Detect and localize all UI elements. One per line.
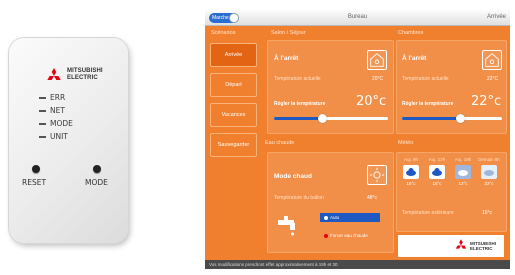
zone-left-room-label: Température actuelle — [274, 76, 321, 82]
device-brand: MITSUBISHI ELECTRIC — [67, 68, 103, 81]
outdoor-temp-label: Température extérieure — [402, 210, 454, 216]
zone-right-room-value: 22°C — [487, 76, 499, 82]
cloud-icon — [429, 165, 445, 179]
forecast-col: Demain 8h 22°c — [478, 157, 500, 186]
mode-button[interactable] — [93, 165, 101, 173]
zone-left-room-value: 20°C — [372, 76, 384, 82]
zone-right-set-value: 22°c — [471, 94, 502, 109]
option-auto[interactable]: Auto — [320, 213, 380, 222]
led-net: NET — [39, 106, 65, 115]
faucet-icon — [278, 216, 295, 236]
cloud-icon — [403, 165, 419, 179]
mitsubishi-diamonds-icon — [455, 239, 467, 249]
house-icon[interactable] — [367, 50, 387, 70]
outdoor-temp-value: 16°c — [482, 210, 493, 216]
tank-temp-label: Température du ballon — [274, 195, 324, 201]
wifi-interface-device: MITSUBISHI ELECTRIC ERR NET MODE UNIT RE… — [9, 38, 128, 243]
sun-icon[interactable] — [367, 165, 387, 185]
status-footer: Vos modifications prendront effet approx… — [205, 260, 510, 269]
zone-right-slider-fill — [402, 117, 460, 120]
forecast-col: Auj. 9h 16°c — [403, 157, 419, 186]
zone-left-slider-handle[interactable] — [318, 114, 327, 123]
reset-button[interactable] — [32, 165, 40, 173]
zone-left-status: À l'arrêt — [274, 55, 299, 62]
hot-water-mode: Mode chaud — [274, 173, 312, 180]
zone-right-status: À l'arrêt — [402, 55, 427, 62]
option-boost[interactable]: Forcer eau chaude — [320, 231, 372, 240]
mode-label: MODE — [85, 178, 108, 187]
cloud-icon — [455, 165, 471, 179]
forecast-col: Auj. 12h 16°c — [428, 157, 446, 186]
led-err: ERR — [39, 93, 65, 102]
zone-right-header: Chambres — [398, 30, 424, 36]
zone-right-slider-handle[interactable] — [456, 114, 465, 123]
house-icon[interactable] — [482, 50, 502, 70]
top-right-action[interactable]: Arrivée — [487, 14, 506, 20]
brand-logo-box: MITSUBISHI ELECTRIC — [398, 235, 504, 257]
tablet-app-screen: Marche Bureau Arrivée Scénarios Salon / … — [205, 10, 510, 269]
hot-water-card: Mode chaud Température du ballon 48°c Au… — [267, 152, 394, 253]
scenario-header: Scénarios — [211, 30, 236, 36]
nav-arrivee[interactable]: Arrivée — [210, 43, 257, 67]
cloud-icon — [481, 165, 497, 179]
weather-card: Auj. 9h 16°c Auj. 12h 16°c Auj. 18h 12°c… — [396, 152, 507, 232]
zone-left-set-label: Régler la température — [274, 101, 326, 107]
zone-left-header: Salon / Séjour — [271, 30, 306, 36]
top-bar: Marche Bureau Arrivée — [205, 10, 510, 26]
zone-right-room-label: Température actuelle — [402, 76, 449, 82]
weather-header: Météo — [398, 140, 414, 146]
led-unit: UNIT — [39, 132, 68, 141]
zone-left-set-value: 20°c — [356, 94, 387, 109]
brand-logo-text: MITSUBISHI ELECTRIC — [470, 241, 497, 251]
page-title: Bureau — [347, 14, 368, 20]
nav-depart[interactable]: Départ — [210, 73, 257, 97]
zone-right-card: À l'arrêt Température actuelle 22°C Régl… — [396, 40, 507, 134]
forecast-col: Auj. 18h 12°c — [454, 157, 472, 186]
nav-vacances[interactable]: Vacances — [210, 103, 257, 127]
nav-sauvegarder[interactable]: Sauvegarder — [210, 133, 257, 157]
zone-left-card: À l'arrêt Température actuelle 20°C Régl… — [267, 40, 394, 134]
led-mode: MODE — [39, 119, 73, 128]
reset-label: RESET — [22, 178, 47, 187]
mitsubishi-diamonds-icon — [47, 68, 61, 80]
hot-water-header: Eau chaude — [265, 140, 295, 146]
tank-temp-value: 48°c — [367, 195, 378, 201]
zone-right-set-label: Régler la température — [402, 101, 454, 107]
zone-left-slider-fill — [274, 117, 322, 120]
